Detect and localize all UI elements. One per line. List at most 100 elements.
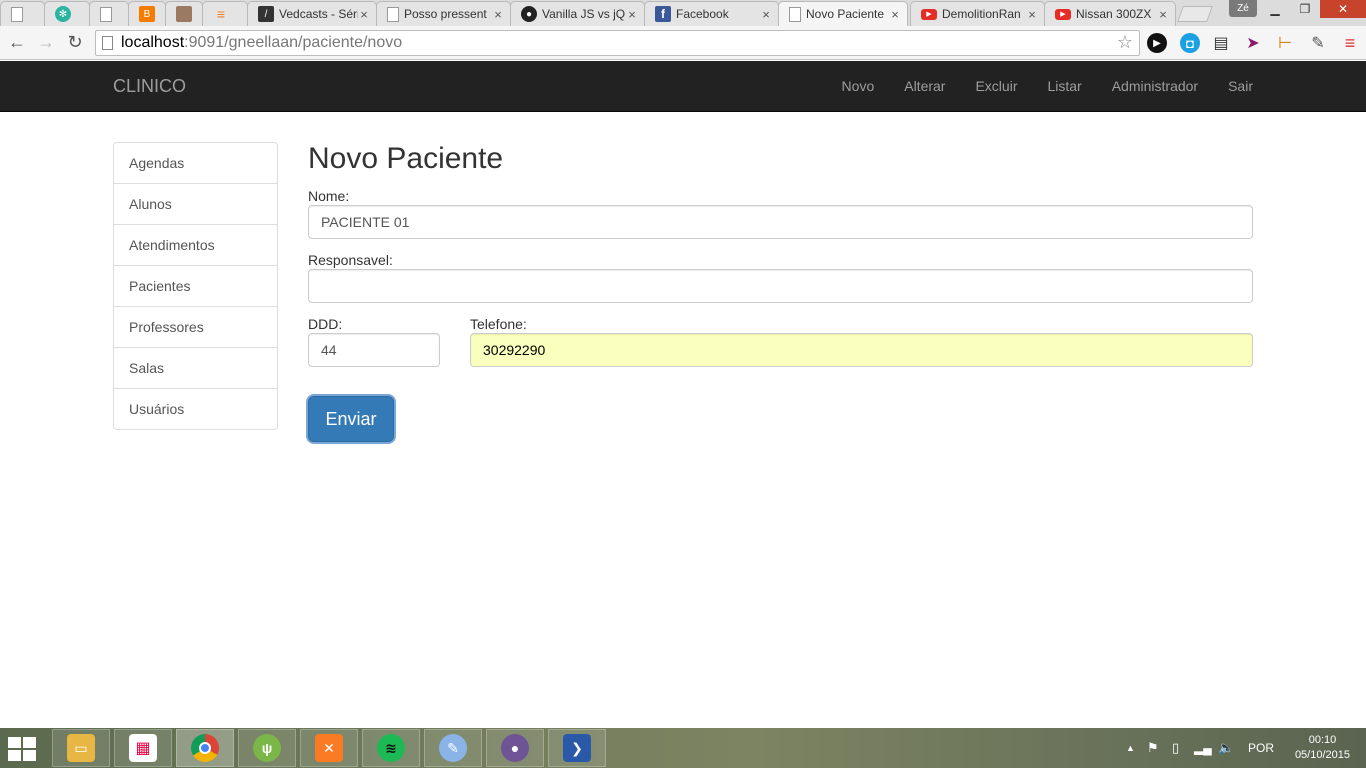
- url-path: :9091/gneellaan/paciente/novo: [184, 34, 403, 51]
- youtube-icon: ▶: [1055, 8, 1071, 20]
- responsavel-field[interactable]: [308, 269, 1253, 303]
- telefone-field[interactable]: [470, 333, 1253, 367]
- browser-tab[interactable]: ≡: [202, 1, 248, 26]
- file-explorer-icon: ▭: [67, 734, 95, 762]
- reload-icon[interactable]: ↻: [65, 32, 85, 52]
- taskbar-apps[interactable]: ▦: [114, 729, 172, 767]
- close-tab-icon[interactable]: ×: [626, 7, 638, 22]
- eyedropper-extension-icon[interactable]: ✎: [1308, 33, 1328, 53]
- browser-tab[interactable]: f Facebook ×: [644, 1, 779, 26]
- browser-tab-strip: ✻ B ≡ / Vedcasts - Séri × Posso pressent…: [0, 0, 1366, 26]
- tab-title: Novo Paciente: [806, 7, 885, 21]
- close-tab-icon[interactable]: ×: [1157, 7, 1169, 22]
- sidebar-item-professores[interactable]: Professores: [113, 306, 278, 348]
- sidebar-item-salas[interactable]: Salas: [113, 347, 278, 389]
- gimp-icon: ψ: [253, 734, 281, 762]
- taskbar-powershell[interactable]: ❯: [548, 729, 606, 767]
- nome-field[interactable]: [308, 205, 1253, 239]
- tray-expand-icon[interactable]: ▲: [1126, 728, 1135, 768]
- sidebar-item-pacientes[interactable]: Pacientes: [113, 265, 278, 307]
- github-desktop-icon: ●: [501, 734, 529, 762]
- browser-tab[interactable]: Posso pressent ×: [376, 1, 511, 26]
- sidebar-item-usuarios[interactable]: Usuários: [113, 388, 278, 430]
- taskbar-paint[interactable]: ✎: [424, 729, 482, 767]
- page-icon: [102, 36, 113, 50]
- taskbar-gimp[interactable]: ψ: [238, 729, 296, 767]
- close-tab-icon[interactable]: ×: [889, 7, 901, 22]
- blogger-icon: B: [139, 6, 155, 22]
- app-navbar: CLINICO Novo Alterar Excluir Listar Admi…: [0, 61, 1366, 112]
- tools-extension-icon[interactable]: ⊢: [1275, 33, 1295, 53]
- windows-start-icon[interactable]: [8, 737, 38, 761]
- apps-grid-icon: ▦: [129, 734, 157, 762]
- nav-novo[interactable]: Novo: [827, 61, 890, 111]
- sidebar-item-atendimentos[interactable]: Atendimentos: [113, 224, 278, 266]
- close-tab-icon[interactable]: ×: [760, 7, 772, 22]
- play-extension-icon[interactable]: ▶: [1147, 33, 1167, 53]
- ddd-label: DDD:: [308, 316, 343, 332]
- nav-administrador[interactable]: Administrador: [1097, 61, 1213, 111]
- spotify-icon: ≋: [377, 734, 405, 762]
- facebook-icon: f: [655, 6, 671, 22]
- arrow-extension-icon[interactable]: ➤: [1243, 33, 1263, 53]
- minimize-icon[interactable]: ▁: [1260, 0, 1290, 18]
- system-clock[interactable]: 00:10 05/10/2015: [1295, 733, 1350, 763]
- tab-title: Posso pressent: [404, 7, 487, 21]
- browser-tab[interactable]: ✻: [44, 1, 90, 26]
- browser-tab[interactable]: ▶ DemolitionRan ×: [910, 1, 1045, 26]
- close-window-icon[interactable]: ✕: [1320, 0, 1366, 18]
- document-icon: [387, 6, 399, 22]
- browser-tab[interactable]: [89, 1, 129, 26]
- nav-sair[interactable]: Sair: [1213, 61, 1253, 111]
- taskbar-xampp[interactable]: ✕: [300, 729, 358, 767]
- taskbar-chrome[interactable]: [176, 729, 234, 767]
- submit-button[interactable]: Enviar: [308, 396, 394, 442]
- xampp-icon: ✕: [315, 734, 343, 762]
- browser-tab-active[interactable]: Novo Paciente ×: [778, 1, 908, 26]
- taskbar-github-desktop[interactable]: ●: [486, 729, 544, 767]
- browser-toolbar: ← → ↻ localhost:9091/gneellaan/paciente/…: [0, 26, 1366, 60]
- close-tab-icon[interactable]: ×: [492, 7, 504, 22]
- close-tab-icon[interactable]: ×: [358, 7, 370, 22]
- telefone-label: Telefone:: [470, 316, 527, 332]
- sidebar-item-alunos[interactable]: Alunos: [113, 183, 278, 225]
- restore-icon[interactable]: ❐: [1290, 0, 1320, 18]
- browser-tab[interactable]: [0, 1, 45, 26]
- back-icon[interactable]: ←: [7, 32, 27, 52]
- nav-listar[interactable]: Listar: [1032, 61, 1096, 111]
- browser-tab[interactable]: B: [128, 1, 166, 26]
- taskbar-spotify[interactable]: ≋: [362, 729, 420, 767]
- browser-tab[interactable]: ▶ Nissan 300ZX ×: [1044, 1, 1176, 26]
- battery-icon[interactable]: ▯: [1172, 728, 1179, 768]
- profile-badge[interactable]: Zé: [1229, 0, 1257, 17]
- taskbar-file-explorer[interactable]: ▭: [52, 729, 110, 767]
- new-tab-button[interactable]: [1177, 6, 1213, 22]
- gear-flower-icon: ✻: [55, 6, 71, 22]
- language-indicator[interactable]: POR: [1248, 728, 1274, 768]
- ddd-field[interactable]: [308, 333, 440, 367]
- volume-icon[interactable]: 🔈: [1218, 728, 1234, 768]
- network-alert-icon[interactable]: ⚑: [1147, 728, 1159, 768]
- document-icon: [789, 6, 801, 22]
- powershell-icon: ❯: [563, 734, 591, 762]
- brand-logo[interactable]: CLINICO: [113, 76, 186, 97]
- tab-title: Nissan 300ZX: [1076, 7, 1152, 21]
- signal-icon[interactable]: ▂▄: [1194, 728, 1212, 768]
- evernote-extension-icon[interactable]: ◘: [1180, 33, 1200, 53]
- sidebar-item-agendas[interactable]: Agendas: [113, 142, 278, 184]
- github-icon: ●: [521, 6, 537, 22]
- responsavel-label: Responsavel:: [308, 252, 393, 268]
- browser-tab[interactable]: / Vedcasts - Séri ×: [247, 1, 377, 26]
- chrome-icon: [191, 734, 219, 762]
- bookmark-star-icon[interactable]: ☆: [1117, 32, 1133, 53]
- close-tab-icon[interactable]: ×: [1026, 7, 1038, 22]
- address-bar[interactable]: localhost:9091/gneellaan/paciente/novo ☆: [95, 30, 1140, 56]
- nav-excluir[interactable]: Excluir: [960, 61, 1032, 111]
- navbar-links: Novo Alterar Excluir Listar Administrado…: [827, 61, 1253, 111]
- film-extension-icon[interactable]: ▤: [1211, 33, 1231, 53]
- browser-tab[interactable]: ● Vanilla JS vs jQ ×: [510, 1, 645, 26]
- nav-alterar[interactable]: Alterar: [889, 61, 960, 111]
- chrome-menu-icon[interactable]: ≡: [1340, 33, 1360, 53]
- browser-tab[interactable]: [165, 1, 203, 26]
- forward-icon[interactable]: →: [36, 32, 56, 52]
